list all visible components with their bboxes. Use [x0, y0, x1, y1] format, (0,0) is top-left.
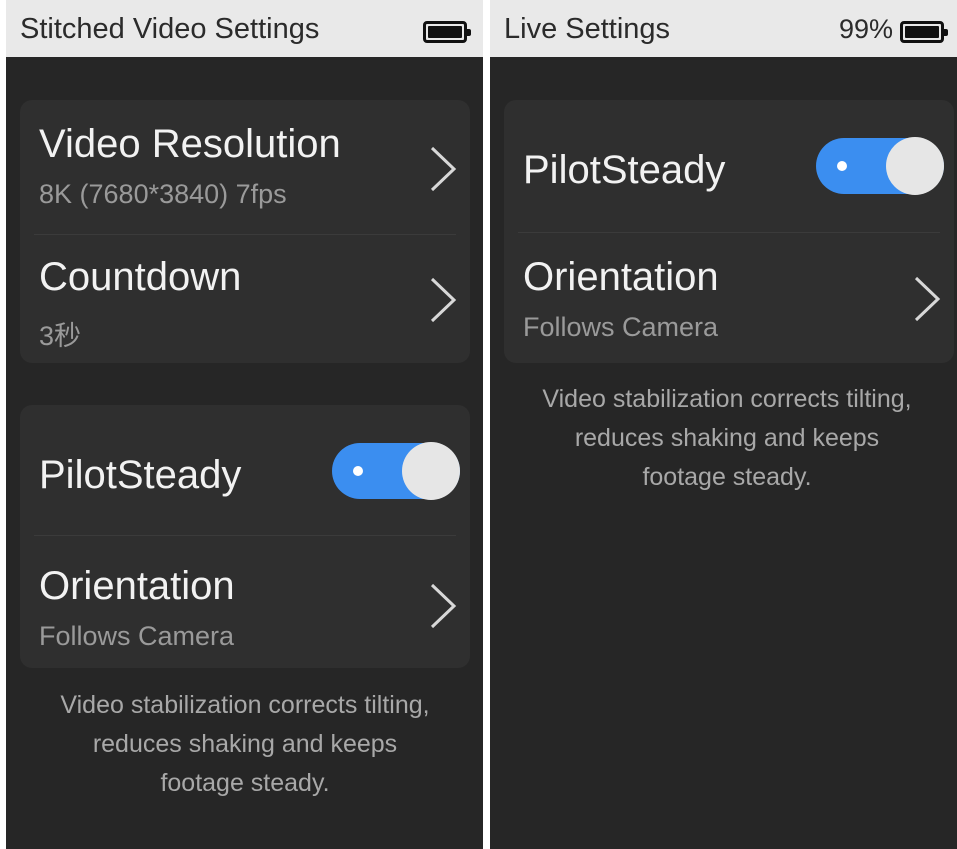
status-bar: Stitched Video Settings [6, 0, 483, 57]
countdown-value: 3秒 [39, 321, 82, 351]
stabilization-description: Video stabilization corrects tilting, re… [542, 385, 912, 491]
chevron-right-icon [430, 277, 457, 323]
stabilization-description: Video stabilization corrects tilting, re… [60, 691, 430, 797]
battery-icon [423, 21, 471, 43]
pilotsteady-label: PilotSteady [39, 453, 242, 497]
orientation-value: Follows Camera [39, 621, 235, 651]
stitched-video-settings-screen: Stitched Video Settings Video Resolution… [6, 0, 483, 849]
status-bar: Live Settings 99% [490, 0, 957, 57]
countdown-row[interactable]: Countdown 3秒 [20, 235, 470, 363]
chevron-right-icon [430, 146, 457, 192]
chevron-right-icon [914, 276, 941, 322]
orientation-row[interactable]: Orientation Follows Camera [504, 233, 954, 363]
stabilization-card: PilotSteady Orientation Follows Camera [504, 100, 954, 363]
pilotsteady-row: PilotSteady [504, 100, 954, 232]
battery-percent: 99% [838, 14, 893, 44]
battery-icon [900, 21, 948, 43]
page-title: Stitched Video Settings [20, 13, 320, 45]
video-resolution-row[interactable]: Video Resolution 8K (7680*3840) 7fps [20, 100, 470, 234]
chevron-right-icon [430, 583, 457, 629]
orientation-value: Follows Camera [523, 312, 719, 342]
video-resolution-value: 8K (7680*3840) 7fps [39, 179, 287, 209]
pilotsteady-row: PilotSteady [20, 405, 470, 535]
video-resolution-label: Video Resolution [39, 122, 341, 166]
orientation-row[interactable]: Orientation Follows Camera [20, 536, 470, 668]
orientation-label: Orientation [523, 255, 719, 299]
pilotsteady-toggle[interactable] [332, 442, 460, 500]
video-settings-card: Video Resolution 8K (7680*3840) 7fps Cou… [20, 100, 470, 363]
stabilization-card: PilotSteady Orientation Follows Camera [20, 405, 470, 668]
orientation-label: Orientation [39, 564, 235, 608]
countdown-label: Countdown [39, 255, 242, 299]
live-settings-screen: Live Settings 99% PilotSteady Orientatio… [490, 0, 957, 849]
page-title: Live Settings [504, 13, 671, 45]
pilotsteady-label: PilotSteady [523, 148, 726, 192]
pilotsteady-toggle[interactable] [816, 137, 944, 195]
